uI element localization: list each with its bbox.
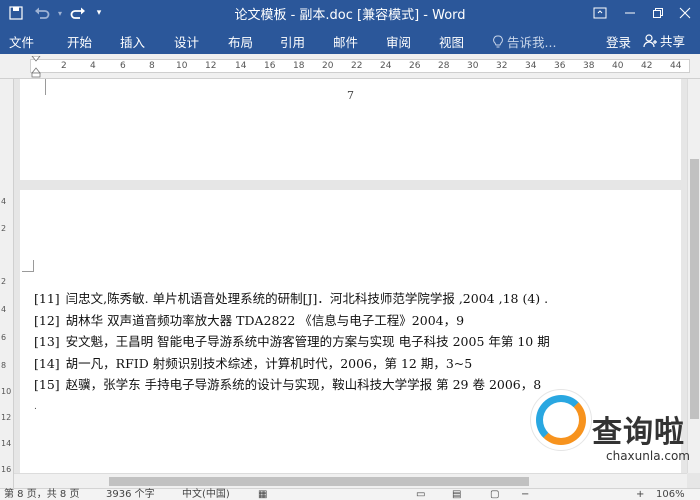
ruler-tick: 6 bbox=[120, 61, 126, 71]
minimize-icon[interactable] bbox=[615, 0, 645, 26]
vertical-ruler[interactable]: 4 2 2 4 6 8 10 12 14 16 bbox=[0, 79, 14, 488]
page-count[interactable]: 第 8 页，共 8 页 bbox=[4, 489, 79, 500]
ruler-tick: 4 bbox=[90, 61, 96, 71]
margin-corner bbox=[22, 260, 34, 272]
tab-design[interactable]: 设计 bbox=[174, 32, 199, 51]
share-label: 共享 bbox=[660, 34, 686, 49]
close-icon[interactable] bbox=[670, 0, 700, 26]
ruler-tick: 42 bbox=[641, 61, 653, 71]
tab-references[interactable]: 引用 bbox=[280, 32, 305, 51]
ruler-tick: 44 bbox=[670, 61, 682, 71]
page-7[interactable]: 7 bbox=[20, 79, 681, 180]
horizontal-scroll-thumb[interactable] bbox=[109, 477, 529, 486]
ruler-tick: 14 bbox=[235, 61, 247, 71]
watermark-name: 查询啦 bbox=[592, 415, 685, 450]
vruler-tick: 6 bbox=[1, 333, 7, 342]
macro-record-icon[interactable]: ▦ bbox=[258, 489, 267, 500]
status-bar: 第 8 页，共 8 页 3936 个字 中文(中国) ▦ ▭ ▤ ▢ − + 1… bbox=[0, 488, 700, 500]
ruler-tick: 8 bbox=[149, 61, 155, 71]
vruler-tick: 12 bbox=[1, 413, 12, 422]
watermark-logo: 查询啦 chaxunla.com bbox=[528, 387, 698, 482]
ruler-tick: 22 bbox=[351, 61, 363, 71]
tab-mailings[interactable]: 邮件 bbox=[333, 32, 358, 51]
tab-layout[interactable]: 布局 bbox=[228, 32, 253, 51]
person-icon bbox=[643, 33, 657, 47]
reference-item[interactable]: [11] 闫忠文,陈秀敏. 单片机语音处理系统的研制[J]．河北科技师范学院学报 … bbox=[34, 288, 674, 310]
ruler-tick: 10 bbox=[176, 61, 188, 71]
tab-file[interactable]: 文件 bbox=[9, 32, 34, 51]
ruler-tick: 26 bbox=[409, 61, 421, 71]
share-button[interactable]: 共享 bbox=[643, 31, 685, 50]
web-layout-icon[interactable]: ▢ bbox=[490, 489, 499, 500]
tell-me-label: 告诉我... bbox=[507, 35, 557, 50]
vruler-tick: 2 bbox=[1, 224, 7, 233]
ribbon-tabs: 文件 开始 插入 设计 布局 引用 邮件 审阅 视图 告诉我... 登录 共享 bbox=[0, 26, 700, 54]
watermark-url: chaxunla.com bbox=[606, 449, 690, 463]
zoom-out-icon[interactable]: − bbox=[521, 489, 529, 500]
reference-item[interactable]: [14] 胡一凡，RFID 射频识别技术综述，计算机时代，2006，第 12 期，… bbox=[34, 353, 674, 375]
paragraph-mark: . bbox=[34, 402, 37, 412]
vruler-tick: 16 bbox=[1, 465, 12, 474]
reference-item[interactable]: [13] 安文魁，王昌明 智能电子导游系统中游客管理的方案与实现 电子科技 200… bbox=[34, 331, 674, 353]
reference-list[interactable]: [11] 闫忠文,陈秀敏. 单片机语音处理系统的研制[J]．河北科技师范学院学报 … bbox=[34, 288, 674, 396]
ruler-tick: 20 bbox=[322, 61, 334, 71]
logo-ring-icon bbox=[536, 395, 586, 445]
page-number: 7 bbox=[347, 89, 354, 102]
word-count[interactable]: 3936 个字 bbox=[106, 489, 155, 500]
tell-me-search[interactable]: 告诉我... bbox=[493, 32, 556, 51]
read-mode-icon[interactable]: ▭ bbox=[416, 489, 425, 500]
tab-view[interactable]: 视图 bbox=[439, 32, 464, 51]
title-bar: ▾ ▾ 论文模板 - 副本.doc [兼容模式] - Word bbox=[0, 0, 700, 26]
vruler-tick: 4 bbox=[1, 305, 7, 314]
lightbulb-icon bbox=[493, 35, 503, 47]
restore-icon[interactable] bbox=[643, 0, 673, 26]
horizontal-ruler-bar: 2 4 6 8 10 12 14 16 18 20 22 24 26 28 30… bbox=[0, 54, 700, 79]
vruler-tick: 2 bbox=[1, 277, 7, 286]
ruler-tick: 16 bbox=[264, 61, 276, 71]
ruler-tick: 12 bbox=[205, 61, 217, 71]
vruler-tick: 4 bbox=[1, 197, 7, 206]
ribbon-display-icon[interactable] bbox=[585, 0, 615, 26]
zoom-level[interactable]: 106% bbox=[656, 489, 685, 500]
ruler-tick: 30 bbox=[467, 61, 479, 71]
ruler-tick: 40 bbox=[612, 61, 624, 71]
ruler-tick: 28 bbox=[438, 61, 450, 71]
ruler-tick: 32 bbox=[496, 61, 508, 71]
ruler-tick: 24 bbox=[380, 61, 392, 71]
vruler-tick: 14 bbox=[1, 439, 12, 448]
tab-home[interactable]: 开始 bbox=[67, 32, 92, 51]
print-layout-icon[interactable]: ▤ bbox=[452, 489, 461, 500]
login-button[interactable]: 登录 bbox=[606, 32, 631, 51]
ruler-tick: 2 bbox=[61, 61, 67, 71]
vertical-scroll-thumb[interactable] bbox=[690, 159, 699, 419]
tab-insert[interactable]: 插入 bbox=[120, 32, 145, 51]
ruler-tick: 36 bbox=[554, 61, 566, 71]
reference-item[interactable]: [12] 胡林华 双声道音频功率放大器 TDA2822 《信息与电子工程》2004… bbox=[34, 310, 674, 332]
ruler-tick: 34 bbox=[525, 61, 537, 71]
tab-review[interactable]: 审阅 bbox=[386, 32, 411, 51]
language-status[interactable]: 中文(中国) bbox=[182, 489, 230, 500]
vruler-tick: 8 bbox=[1, 361, 7, 370]
ruler-tick: 18 bbox=[293, 61, 305, 71]
zoom-in-icon[interactable]: + bbox=[636, 489, 644, 500]
horizontal-ruler[interactable]: 2 4 6 8 10 12 14 16 18 20 22 24 26 28 30… bbox=[30, 56, 690, 78]
indent-marker-icon[interactable] bbox=[31, 56, 41, 78]
vruler-tick: 10 bbox=[1, 387, 12, 396]
ruler-tick: 38 bbox=[583, 61, 595, 71]
